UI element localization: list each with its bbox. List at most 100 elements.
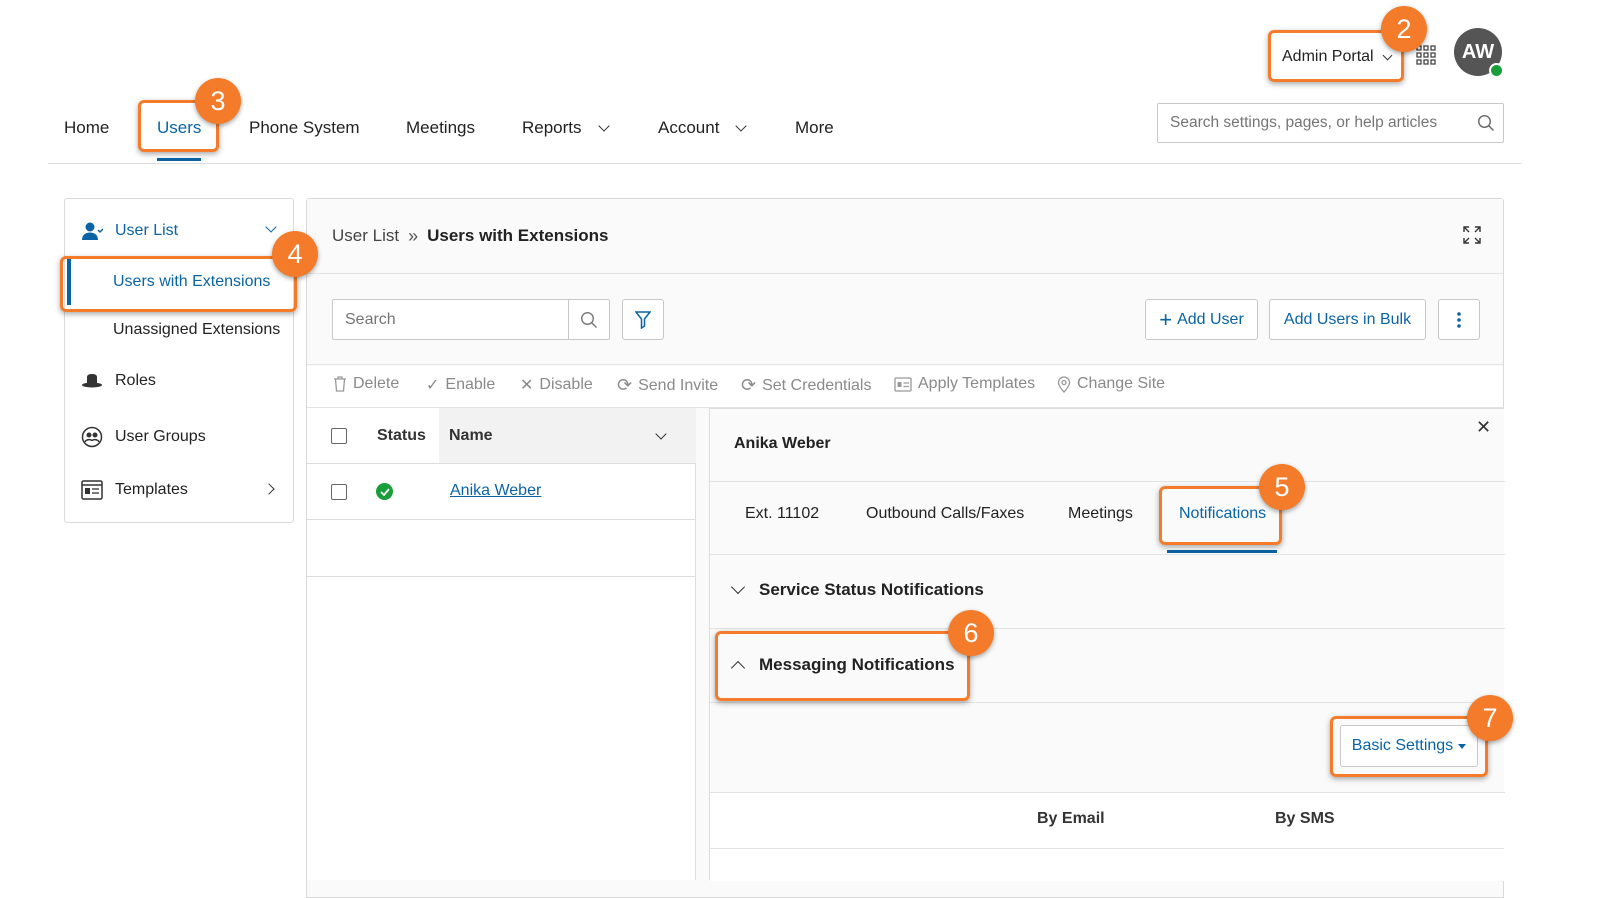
chevron-down-icon xyxy=(735,120,748,132)
filter-icon xyxy=(635,310,651,329)
header-divider xyxy=(48,163,1521,164)
hat-icon xyxy=(81,373,103,389)
nav-home-label: Home xyxy=(64,118,110,137)
service-status-label: Service Status Notifications xyxy=(759,580,984,599)
apply-templates-button[interactable]: Apply Templates xyxy=(894,375,1035,393)
avatar[interactable]: AW xyxy=(1454,28,1504,78)
nav-account-label: Account xyxy=(658,118,720,137)
more-actions-button[interactable] xyxy=(1438,299,1480,340)
sidebar-item-unassigned-extensions-label: Unassigned Extensions xyxy=(113,321,281,338)
user-search[interactable] xyxy=(332,299,610,340)
nav-account[interactable]: Account xyxy=(658,118,748,138)
sidebar-item-templates-label: Templates xyxy=(115,481,188,498)
chevron-down-icon xyxy=(265,221,277,233)
tab-extension[interactable]: Ext. 11102 xyxy=(745,505,819,523)
enable-label: Enable xyxy=(445,376,496,393)
send-invite-button[interactable]: ⟳ Send Invite xyxy=(617,375,718,396)
table-header: Status Name xyxy=(307,408,696,464)
global-search[interactable] xyxy=(1157,103,1504,143)
caret-down-icon xyxy=(1458,743,1467,749)
close-icon[interactable]: ✕ xyxy=(1476,417,1491,438)
sidebar-item-user-groups[interactable]: User Groups xyxy=(81,426,309,448)
column-header-status[interactable]: Status xyxy=(377,427,426,445)
nav-phone-system[interactable]: Phone System xyxy=(249,118,360,138)
send-invite-label: Send Invite xyxy=(638,376,719,394)
user-table: Status Name Anika Weber xyxy=(307,408,696,880)
add-users-bulk-button[interactable]: Add Users in Bulk xyxy=(1269,299,1426,340)
change-site-label: Change Site xyxy=(1077,375,1166,392)
service-status-divider xyxy=(710,628,1505,629)
change-site-button[interactable]: Change Site xyxy=(1057,375,1165,393)
tab-active-underline xyxy=(1167,550,1277,553)
detail-divider xyxy=(710,481,1505,482)
row-checkbox[interactable] xyxy=(331,484,347,500)
set-credentials-label: Set Credentials xyxy=(762,376,872,394)
refresh-icon: ⟳ xyxy=(617,375,633,395)
messaging-label: Messaging Notifications xyxy=(759,655,955,674)
callout-badge: 4 xyxy=(272,231,318,277)
global-search-input[interactable] xyxy=(1158,104,1469,142)
search-icon[interactable] xyxy=(568,300,609,339)
chevron-down-icon xyxy=(730,579,746,595)
set-credentials-button[interactable]: ⟳ Set Credentials xyxy=(741,375,871,396)
user-search-input[interactable] xyxy=(333,300,568,339)
sidebar-active-indicator xyxy=(67,259,71,305)
column-header-name[interactable]: Name xyxy=(449,427,493,445)
add-user-label: Add User xyxy=(1177,310,1244,328)
user-groups-icon xyxy=(81,426,103,448)
tab-outbound-calls-faxes[interactable]: Outbound Calls/Faxes xyxy=(866,505,1024,523)
tab-meetings[interactable]: Meetings xyxy=(1068,505,1133,523)
nav-more[interactable]: More xyxy=(795,118,834,138)
disable-button[interactable]: ✕ Disable xyxy=(520,375,593,395)
chevron-right-icon xyxy=(263,483,275,495)
callout-badge: 3 xyxy=(195,78,241,124)
callout-badge: 7 xyxy=(1467,695,1513,741)
notification-table-body xyxy=(710,793,1505,881)
chevron-down-icon xyxy=(597,120,610,132)
add-users-bulk-label: Add Users in Bulk xyxy=(1283,310,1412,328)
tab-bar-bottom xyxy=(710,554,1505,555)
nav-reports-label: Reports xyxy=(522,118,582,137)
enable-button[interactable]: ✓ Enable xyxy=(426,375,495,395)
basic-settings-label: Basic Settings xyxy=(1351,737,1454,754)
sidebar-item-users-with-extensions-label: Users with Extensions xyxy=(113,273,271,290)
chevron-down-icon xyxy=(1382,50,1393,60)
table-row[interactable]: Anika Weber xyxy=(307,464,696,520)
sidebar-item-user-list[interactable]: User List xyxy=(81,221,309,241)
nav-phone-system-label: Phone System xyxy=(249,118,360,137)
location-pin-icon xyxy=(1057,375,1071,393)
more-vertical-icon xyxy=(1457,311,1461,328)
sidebar-item-templates[interactable]: Templates xyxy=(81,480,309,500)
filter-button[interactable] xyxy=(622,299,664,340)
messaging-divider xyxy=(710,702,1505,703)
tab-notifications[interactable]: Notifications xyxy=(1179,505,1266,523)
sidebar-item-user-list-label: User List xyxy=(115,222,179,239)
plus-icon: + xyxy=(1159,306,1173,332)
callout-badge: 5 xyxy=(1259,464,1305,510)
detail-user-name: Anika Weber xyxy=(734,435,831,452)
nav-reports[interactable]: Reports xyxy=(522,118,610,138)
sidebar: User List Users with Extensions Unassign… xyxy=(64,198,294,523)
nav-more-label: More xyxy=(795,118,834,137)
add-user-button[interactable]: + Add User xyxy=(1145,299,1258,340)
column-header-by-email: By Email xyxy=(1037,810,1105,827)
chevron-up-icon xyxy=(730,660,746,676)
sidebar-item-roles[interactable]: Roles xyxy=(81,372,309,390)
select-all-checkbox[interactable] xyxy=(331,428,347,444)
user-name-link[interactable]: Anika Weber xyxy=(450,482,541,500)
basic-settings-button[interactable]: Basic Settings xyxy=(1340,725,1478,767)
service-status-section[interactable]: Service Status Notifications xyxy=(730,579,984,600)
app-launcher-icon[interactable] xyxy=(1416,45,1436,65)
page-title: Users with Extensions xyxy=(427,226,609,245)
nav-meetings[interactable]: Meetings xyxy=(406,118,475,138)
delete-button[interactable]: Delete xyxy=(333,375,399,393)
breadcrumb: User List » Users with Extensions xyxy=(307,199,1503,274)
expand-icon[interactable] xyxy=(1463,226,1481,244)
messaging-section[interactable]: Messaging Notifications xyxy=(730,655,955,676)
callout-badge: 6 xyxy=(948,610,994,656)
nav-home[interactable]: Home xyxy=(64,118,109,138)
breadcrumb-parent[interactable]: User List xyxy=(332,226,399,246)
search-icon[interactable] xyxy=(1469,114,1503,132)
nav-users[interactable]: Users xyxy=(157,118,201,138)
sidebar-item-roles-label: Roles xyxy=(115,372,156,389)
